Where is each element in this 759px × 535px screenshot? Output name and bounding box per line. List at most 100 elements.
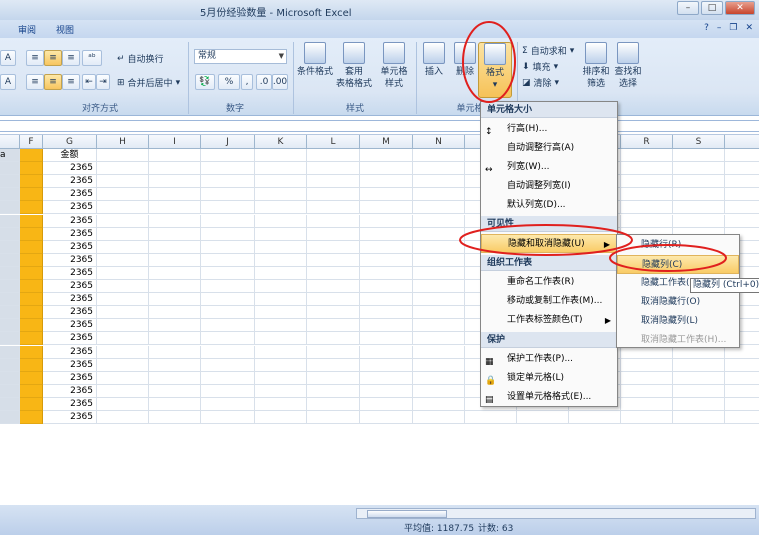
table-cell[interactable] (20, 397, 43, 411)
menu-item-autofit-row[interactable]: 自动调整行高(A) (481, 139, 617, 158)
table-cell[interactable] (201, 266, 255, 280)
table-cell[interactable] (97, 214, 149, 228)
table-cell[interactable] (201, 384, 255, 398)
table-cell[interactable] (0, 371, 20, 385)
sort-filter-button[interactable]: 排序和 筛选 (578, 42, 614, 98)
tab-view[interactable]: 视图 (56, 23, 74, 36)
column-header[interactable]: M (360, 135, 413, 149)
table-cell[interactable] (307, 319, 360, 333)
table-cell[interactable]: 2365 (43, 266, 97, 280)
table-cell[interactable] (725, 398, 759, 411)
table-cell[interactable] (201, 358, 255, 372)
table-cell[interactable] (307, 384, 360, 398)
table-cell[interactable] (307, 266, 360, 280)
table-cell[interactable] (97, 293, 149, 307)
submenu-unhide-sheet[interactable]: 取消隐藏工作表(H)... (617, 331, 739, 350)
table-cell[interactable] (20, 411, 43, 424)
table-cell[interactable] (255, 280, 307, 293)
table-cell[interactable] (149, 358, 201, 372)
table-cell[interactable] (673, 214, 725, 228)
column-header[interactable] (0, 135, 20, 149)
table-cell[interactable]: 2365 (43, 411, 97, 424)
align-left-icon[interactable]: ≡ (26, 74, 44, 90)
table-cell[interactable] (255, 266, 307, 280)
table-cell[interactable] (97, 319, 149, 333)
table-cell[interactable] (725, 201, 759, 215)
align-middle-icon[interactable]: ≡ (44, 50, 62, 66)
table-cell[interactable] (621, 214, 673, 228)
table-cell[interactable]: 金额 (43, 149, 97, 162)
table-cell[interactable] (97, 162, 149, 176)
table-cell[interactable] (149, 293, 201, 307)
table-cell[interactable] (0, 293, 20, 307)
table-cell[interactable] (307, 280, 360, 293)
table-cell[interactable] (360, 358, 413, 372)
cell-styles-button[interactable]: 单元格 样式 (376, 42, 412, 98)
table-cell[interactable] (97, 240, 149, 254)
column-header[interactable]: H (97, 135, 149, 149)
table-cell[interactable] (307, 397, 360, 411)
table-cell[interactable] (255, 371, 307, 385)
table-cell[interactable] (725, 411, 759, 424)
table-cell[interactable] (0, 227, 20, 241)
table-cell[interactable] (255, 293, 307, 307)
table-cell[interactable] (97, 175, 149, 189)
menu-item-default-width[interactable]: 默认列宽(D)... (481, 196, 617, 215)
table-cell[interactable] (360, 306, 413, 320)
table-cell[interactable] (255, 227, 307, 241)
table-cell[interactable] (255, 358, 307, 372)
table-cell[interactable] (673, 397, 725, 411)
table-cell[interactable] (307, 162, 360, 176)
column-header[interactable]: L (307, 135, 360, 149)
table-cell[interactable] (255, 411, 307, 424)
table-cell[interactable] (307, 253, 360, 267)
table-cell[interactable] (201, 345, 255, 359)
table-cell[interactable]: 2365 (43, 280, 97, 293)
table-cell[interactable]: 2365 (43, 358, 97, 372)
table-cell[interactable] (149, 227, 201, 241)
table-cell[interactable] (307, 358, 360, 372)
format-button[interactable]: 格式 ▾ (478, 42, 512, 98)
table-cell[interactable] (413, 188, 465, 202)
table-cell[interactable] (201, 411, 255, 424)
table-cell[interactable] (0, 266, 20, 280)
table-cell[interactable] (97, 227, 149, 241)
table-cell[interactable] (255, 162, 307, 176)
table-cell[interactable] (20, 319, 43, 333)
table-cell[interactable] (255, 188, 307, 202)
table-cell[interactable] (201, 332, 255, 346)
menu-item-hide-unhide[interactable]: 隐藏和取消隐藏(U) ▶ (481, 234, 617, 253)
table-cell[interactable] (307, 201, 360, 215)
table-cell[interactable] (673, 149, 725, 162)
table-cell[interactable] (201, 253, 255, 267)
table-cell[interactable] (0, 280, 20, 293)
table-cell[interactable] (360, 253, 413, 267)
table-cell[interactable] (517, 411, 569, 424)
table-cell[interactable] (20, 266, 43, 280)
table-cell[interactable] (201, 201, 255, 215)
table-cell[interactable] (0, 384, 20, 398)
table-cell[interactable] (725, 188, 759, 202)
table-cell[interactable] (149, 175, 201, 189)
table-cell[interactable] (621, 175, 673, 189)
table-cell[interactable] (0, 345, 20, 359)
maximize-button[interactable]: □ (701, 1, 723, 15)
tab-review[interactable]: 审阅 (18, 23, 36, 36)
table-cell[interactable] (201, 280, 255, 293)
table-cell[interactable] (725, 385, 759, 398)
restore-icon[interactable]: ❐ (729, 23, 737, 33)
menu-item-autofit-column[interactable]: 自动调整列宽(I) (481, 177, 617, 196)
table-cell[interactable] (20, 293, 43, 307)
table-cell[interactable] (97, 266, 149, 280)
table-cell[interactable] (20, 253, 43, 267)
table-cell[interactable] (307, 227, 360, 241)
table-cell[interactable] (0, 188, 20, 202)
table-cell[interactable] (97, 332, 149, 346)
column-header[interactable]: I (149, 135, 201, 149)
table-cell[interactable] (621, 201, 673, 215)
table-cell[interactable] (20, 175, 43, 189)
table-cell[interactable] (20, 345, 43, 359)
table-cell[interactable] (360, 214, 413, 228)
table-cell[interactable] (413, 384, 465, 398)
table-cell[interactable]: 2365 (43, 162, 97, 176)
